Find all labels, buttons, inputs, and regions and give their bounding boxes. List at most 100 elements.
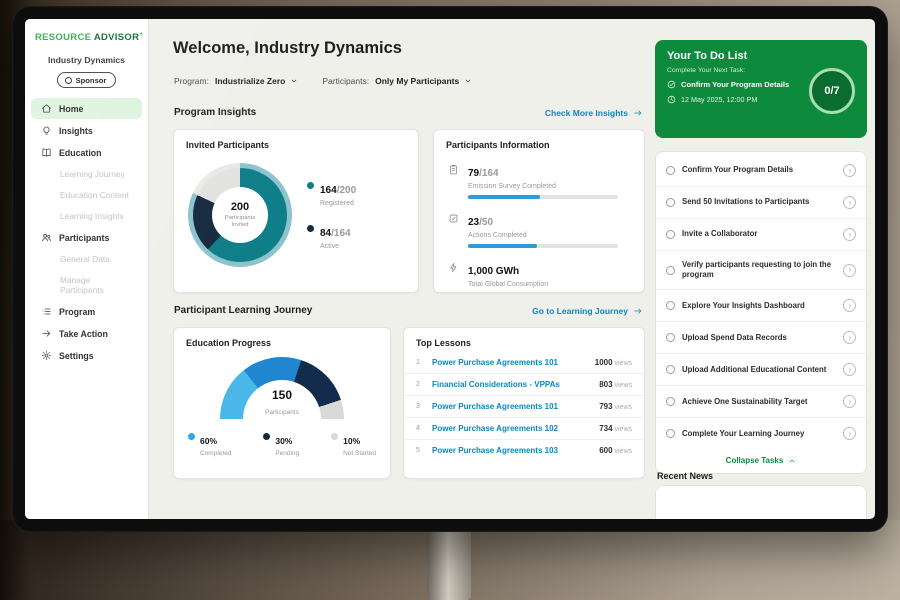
sidebar-item-participants[interactable]: Participants	[31, 227, 142, 248]
task-checkbox[interactable]	[666, 429, 675, 438]
check-more-insights-link[interactable]: Check More Insights	[545, 108, 643, 118]
gauge-center-label: Participants	[265, 409, 299, 416]
sidebar-item-label: Education	[59, 148, 102, 158]
book-icon	[41, 147, 52, 158]
sidebar-item-education-content[interactable]: Education Content	[31, 185, 142, 205]
task-chevron-button[interactable]	[843, 264, 856, 277]
brand-secondary: ADVISOR	[94, 32, 139, 43]
page-title: Welcome, Industry Dynamics	[173, 39, 402, 58]
task-item[interactable]: Upload Spend Data Records	[656, 322, 866, 354]
participants-information-card: Participants Information 79/164 Emission…	[433, 129, 645, 293]
task-checkbox[interactable]	[666, 301, 675, 310]
task-chevron-button[interactable]	[843, 164, 856, 177]
program-filter-label: Program:	[174, 76, 209, 86]
task-item[interactable]: Achieve One Sustainability Target	[656, 386, 866, 418]
actions-completed-row: 23/50 Actions Completed	[434, 199, 644, 248]
arrow-action-icon	[41, 328, 52, 339]
sidebar-item-label: Program	[59, 307, 95, 317]
task-chevron-button[interactable]	[843, 299, 856, 312]
chevron-right-icon	[847, 267, 853, 273]
lesson-link[interactable]: Power Purchase Agreements 103	[432, 446, 591, 455]
org-name: Industry Dynamics	[25, 55, 148, 65]
task-checkbox[interactable]	[666, 198, 675, 207]
task-item[interactable]: Explore Your Insights Dashboard	[656, 290, 866, 322]
task-chevron-button[interactable]	[843, 363, 856, 376]
lightbulb-icon	[41, 125, 52, 136]
monitor-bezel: RESOURCE ADVISOR+ Industry Dynamics Spon…	[12, 6, 888, 532]
participants-filter: Participants: Only My Participants	[322, 76, 472, 86]
lesson-link[interactable]: Financial Considerations - VPPAs	[432, 380, 591, 389]
collapse-tasks-button[interactable]: Collapse Tasks	[726, 456, 797, 465]
program-dropdown[interactable]: Industrialize Zero	[215, 76, 298, 86]
list-icon	[41, 306, 52, 317]
gauge-legend: 60% Completed 30% Pending 10% Not Starte…	[174, 419, 390, 457]
sponsor-label: Sponsor	[76, 76, 107, 85]
lessons-list: 1 Power Purchase Agreements 101 1000 vie…	[404, 352, 644, 461]
chevron-down-icon	[464, 77, 472, 85]
chevron-up-icon	[788, 457, 796, 465]
sidebar-item-insights[interactable]: Insights	[31, 120, 142, 141]
legend-item-registered: 164/200 Registered	[307, 180, 356, 207]
gear-icon	[41, 350, 52, 361]
participants-dropdown[interactable]: Only My Participants	[375, 76, 472, 86]
sidebar-item-home[interactable]: Home	[31, 98, 142, 119]
education-gauge-chart: 150 Participants	[174, 357, 390, 419]
legend-dot-navy	[307, 225, 314, 232]
lesson-row: 5 Power Purchase Agreements 103 600 view…	[404, 440, 644, 461]
arrow-right-icon	[633, 108, 643, 118]
sponsor-badge: Sponsor	[57, 72, 117, 88]
chevron-right-icon	[847, 168, 853, 174]
task-item[interactable]: Invite a Collaborator	[656, 219, 866, 251]
sidebar-item-label: Learning Insights	[60, 211, 124, 221]
section-title: Participant Learning Journey	[174, 305, 312, 316]
sidebar-item-settings[interactable]: Settings	[31, 345, 142, 366]
check-square-icon	[448, 213, 459, 224]
chevron-right-icon	[847, 335, 853, 341]
task-chevron-button[interactable]	[843, 395, 856, 408]
chevron-down-icon	[290, 77, 298, 85]
task-item[interactable]: Complete Your Learning Journey	[656, 418, 866, 449]
task-checkbox[interactable]	[666, 365, 675, 374]
chevron-right-icon	[847, 399, 853, 405]
task-item[interactable]: Send 50 Invitations to Participants	[656, 187, 866, 219]
sidebar-item-learning-journey[interactable]: Learning Journey	[31, 164, 142, 184]
task-item[interactable]: Verify participants requesting to join t…	[656, 251, 866, 290]
todo-title: Your To Do List	[667, 50, 855, 62]
sidebar-item-education[interactable]: Education	[31, 142, 142, 163]
learning-journey-header: Participant Learning Journey Go to Learn…	[174, 305, 643, 316]
sidebar-nav: Home Insights Education Learning Journey	[25, 98, 148, 366]
sidebar-item-manage-participants[interactable]: Manage Participants	[31, 270, 142, 300]
program-filter: Program: Industrialize Zero	[174, 76, 298, 86]
sidebar-item-learning-insights[interactable]: Learning Insights	[31, 206, 142, 226]
task-checkbox[interactable]	[666, 266, 675, 275]
chevron-right-icon	[847, 303, 853, 309]
top-lessons-card: Top Lessons 1 Power Purchase Agreements …	[403, 327, 645, 479]
task-chevron-button[interactable]	[843, 196, 856, 209]
sidebar-item-label: General Data	[60, 254, 110, 264]
sidebar-item-take-action[interactable]: Take Action	[31, 323, 142, 344]
go-to-learning-journey-link[interactable]: Go to Learning Journey	[532, 306, 643, 316]
legend-item-pending: 30% Pending	[263, 431, 299, 457]
task-checkbox[interactable]	[666, 166, 675, 175]
sidebar-item-label: Manage Participants	[60, 275, 132, 295]
lesson-link[interactable]: Power Purchase Agreements 102	[432, 424, 591, 433]
sidebar-item-label: Participants	[59, 233, 109, 243]
legend-item-active: 84/164 Active	[307, 223, 356, 250]
task-checkbox[interactable]	[666, 230, 675, 239]
task-item[interactable]: Confirm Your Program Details	[656, 155, 866, 187]
task-checkbox[interactable]	[666, 397, 675, 406]
lesson-link[interactable]: Power Purchase Agreements 101	[432, 402, 591, 411]
task-item[interactable]: Upload Additional Educational Content	[656, 354, 866, 386]
task-checkbox[interactable]	[666, 333, 675, 342]
sidebar-item-general-data[interactable]: General Data	[31, 249, 142, 269]
sidebar-item-program[interactable]: Program	[31, 301, 142, 322]
task-chevron-button[interactable]	[843, 228, 856, 241]
task-chevron-button[interactable]	[843, 427, 856, 440]
task-chevron-button[interactable]	[843, 331, 856, 344]
sidebar-item-label: Settings	[59, 351, 94, 361]
lesson-link[interactable]: Power Purchase Agreements 101	[432, 358, 587, 367]
todo-summary-card: Your To Do List Complete Your Next Task:…	[655, 40, 867, 138]
dashboard-screen: RESOURCE ADVISOR+ Industry Dynamics Spon…	[25, 19, 875, 519]
sidebar-item-label: Home	[59, 104, 83, 114]
brand-primary: RESOURCE	[35, 32, 91, 43]
